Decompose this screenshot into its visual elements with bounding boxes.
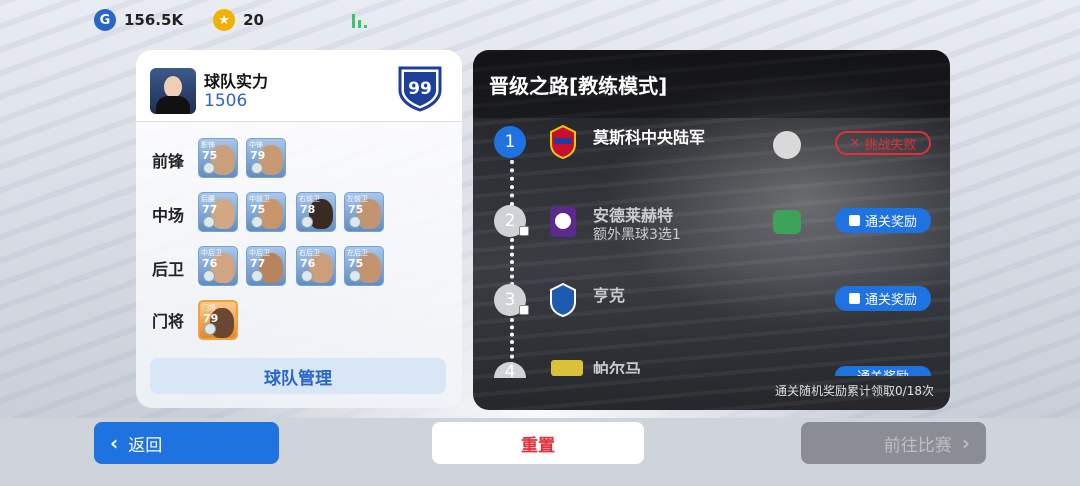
bonus-note: 额外黑球3选1 [593, 227, 681, 243]
anderlecht-crest-icon [550, 207, 576, 237]
row-label-midfield: 中场 [152, 206, 185, 225]
coin-value: 20 [243, 11, 264, 29]
player-card[interactable]: 中前卫 75 [246, 192, 286, 232]
back-button[interactable]: ‹ 返回 [94, 422, 279, 464]
team-strength-value: 1506 [204, 91, 248, 111]
lock-icon [519, 305, 529, 315]
random-reward-counter: 通关随机奖励累计领取0/18次 [775, 384, 934, 398]
team-header: 球队实力 1506 99 [136, 50, 462, 122]
coin-balance: ★ 20 [213, 9, 264, 31]
player-card-goalkeeper[interactable]: 门将 79 [198, 300, 238, 340]
club-name-4[interactable]: 帕尔马 [593, 356, 641, 374]
genk-crest-icon [550, 282, 576, 318]
gift-icon [848, 293, 860, 304]
currency-bar: G 156.5K ★ 20 [94, 8, 370, 32]
clear-reward-button[interactable]: 通关奖励 [835, 366, 931, 376]
chevron-right-icon: › [961, 431, 970, 455]
club-name-2[interactable]: 安德莱赫特 [593, 202, 673, 226]
step-connector [510, 238, 514, 286]
row-label-defense: 后卫 [152, 260, 185, 279]
cska-crest-icon [550, 124, 576, 160]
clear-reward-button[interactable]: 通关奖励 [835, 286, 931, 311]
step-connector [510, 160, 514, 206]
player-card[interactable]: 中后卫 76 [198, 246, 238, 286]
bottom-bar: ‹ 返回 重置 前往比赛 › [0, 418, 1080, 486]
gp-value: 156.5K [124, 11, 184, 29]
team-rating-value: 99 [408, 79, 432, 99]
coach-avatar [150, 68, 196, 114]
gift-icon [848, 215, 860, 226]
reset-button[interactable]: 重置 [432, 422, 644, 464]
team-management-button[interactable]: 球队管理 [150, 358, 446, 394]
lock-icon [519, 226, 529, 236]
road-to-promotion-panel: 晋级之路[教练模式] 1 莫斯科中央陆军 ✕ 挑战失败 2 安德莱赫特 额外黑球3… [473, 50, 950, 410]
go-to-match-button[interactable]: 前往比赛 › [801, 422, 986, 464]
step-number-4[interactable]: 4 [494, 362, 526, 378]
player-card[interactable]: 中后卫 77 [246, 246, 286, 286]
parma-crest-icon [551, 360, 583, 376]
reward-ball-icon [773, 210, 801, 234]
player-card[interactable]: 中锋 79 [246, 138, 286, 178]
step-connector [510, 318, 514, 366]
clear-reward-button[interactable]: 通关奖励 [835, 208, 931, 233]
challenge-failed-badge[interactable]: ✕ 挑战失败 [835, 131, 931, 155]
player-card[interactable]: 影锋 75 [198, 138, 238, 178]
step-number-1[interactable]: 1 [494, 126, 526, 158]
club-name-3[interactable]: 亨克 [593, 282, 625, 306]
chevron-left-icon: ‹ [110, 431, 119, 455]
player-card[interactable]: 右后卫 76 [296, 246, 336, 286]
signal-icon [351, 12, 370, 28]
team-strength-panel: 球队实力 1506 99 前锋 影锋 75 中锋 79 中场 后腰 77 中前卫 75 … [136, 50, 462, 408]
gp-coin-icon: G [94, 9, 116, 31]
player-card[interactable]: 左前卫 75 [344, 192, 384, 232]
star-coin-icon: ★ [213, 9, 236, 31]
road-title: 晋级之路[教练模式] [473, 50, 950, 118]
coach-portrait-icon [773, 131, 801, 159]
player-card[interactable]: 右前卫 78 [296, 192, 336, 232]
player-card[interactable]: 左后卫 75 [344, 246, 384, 286]
player-card[interactable]: 后腰 77 [198, 192, 238, 232]
club-name-1[interactable]: 莫斯科中央陆军 [593, 124, 705, 148]
close-icon: ✕ [849, 135, 861, 151]
gp-balance: G 156.5K [94, 9, 183, 31]
team-rating-shield-icon: 99 [398, 66, 442, 112]
row-label-goalkeeper: 门将 [152, 312, 185, 331]
row-label-forward: 前锋 [152, 152, 185, 171]
team-strength-title: 球队实力 [204, 72, 269, 91]
